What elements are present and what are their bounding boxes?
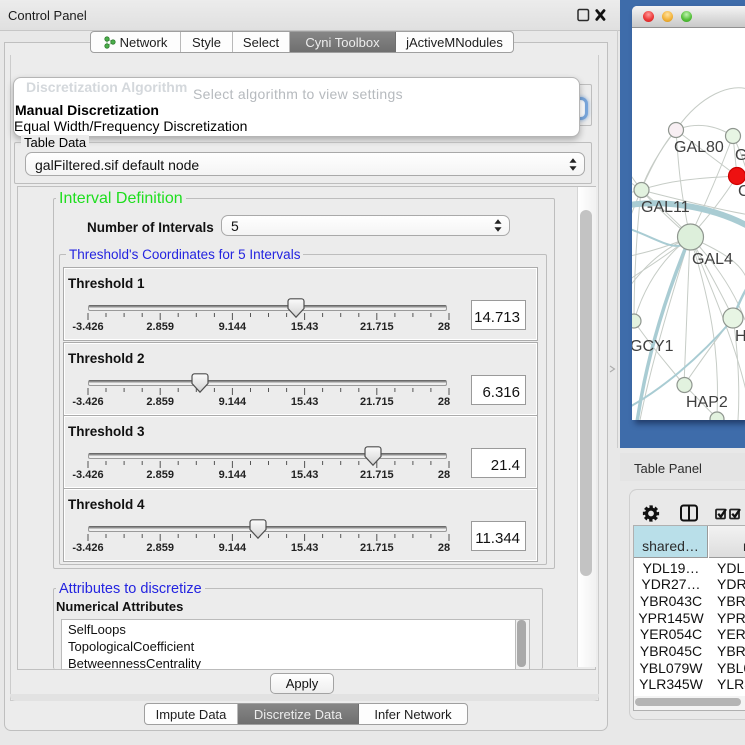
svg-text:GAL80: GAL80 [674,139,724,156]
svg-text:H: H [735,328,745,345]
svg-text:C: C [738,183,745,200]
svg-text:GCY1: GCY1 [632,338,674,355]
svg-text:HAP2: HAP2 [686,394,728,411]
svg-text:GAL11: GAL11 [641,199,690,216]
svg-text:GAL4: GAL4 [692,251,733,268]
svg-text:G: G [735,147,745,164]
